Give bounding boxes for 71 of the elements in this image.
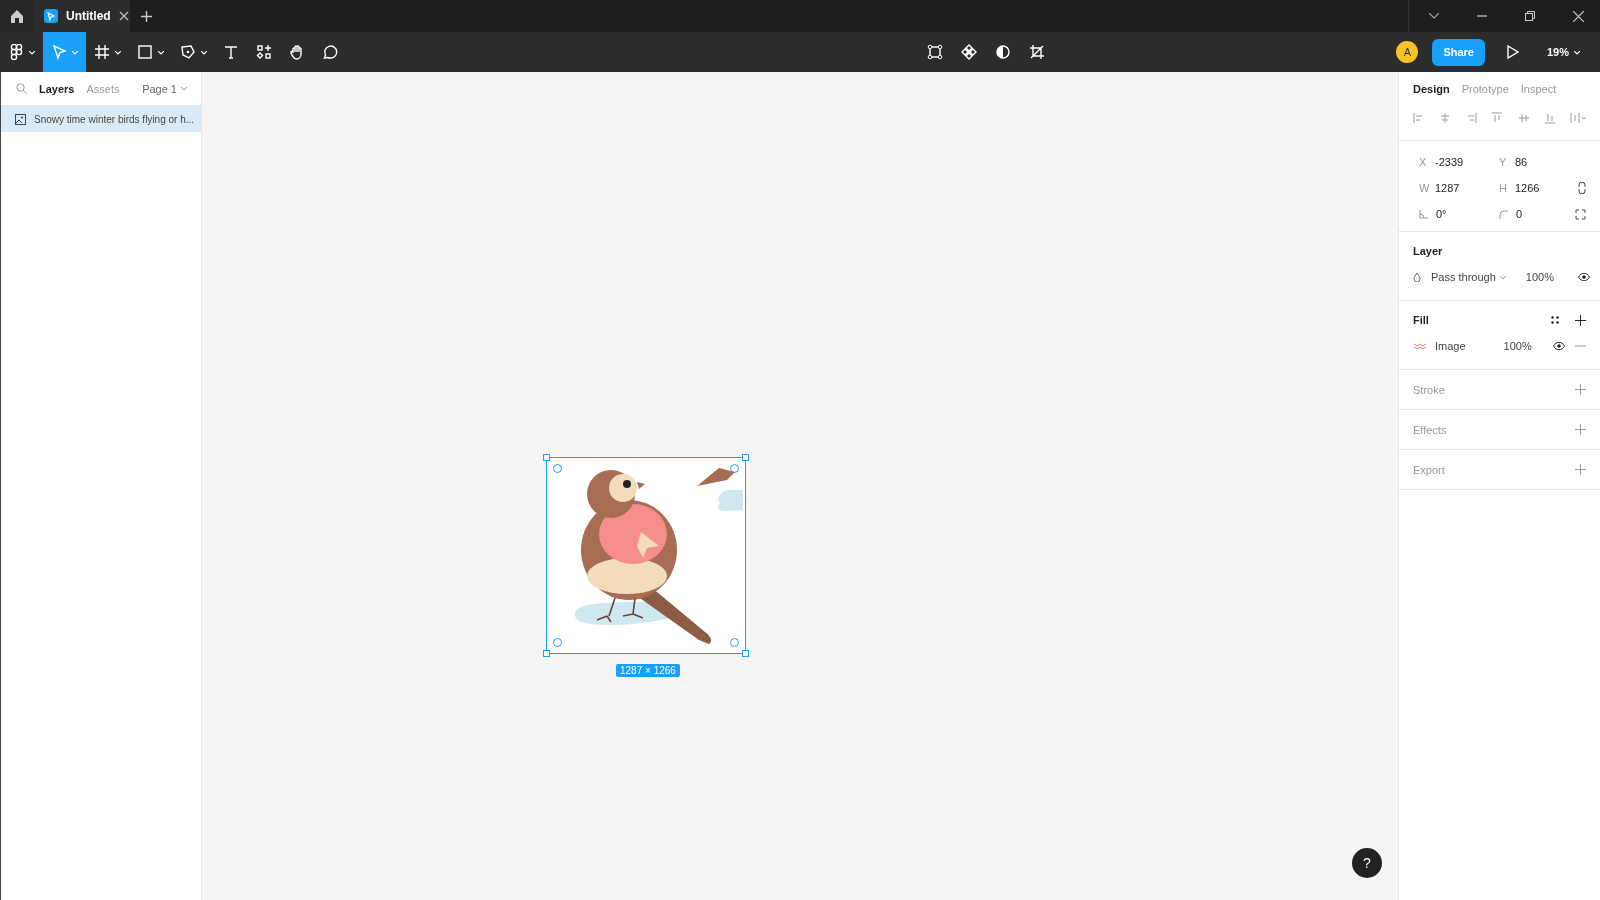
- cursor-icon: [51, 44, 67, 60]
- caret-icon: [72, 50, 78, 55]
- home-icon[interactable]: [10, 9, 24, 23]
- plus-icon[interactable]: [1575, 314, 1586, 326]
- panel-tab[interactable]: Design: [1413, 83, 1450, 95]
- half-circle-icon: [995, 44, 1012, 60]
- dimension-label: 1287 × 1266: [616, 664, 680, 677]
- field-label: H: [1499, 182, 1507, 194]
- square-icon: [137, 44, 153, 60]
- crop-icon: [1029, 44, 1046, 60]
- tab-label: Untitled: [66, 9, 111, 23]
- field-label: X: [1419, 156, 1427, 168]
- number-field[interactable]: X -2339: [1413, 151, 1493, 173]
- zoom-dropdown[interactable]: 19%: [1540, 45, 1586, 59]
- close-icon[interactable]: [118, 11, 129, 21]
- number-field[interactable]: 0: [1493, 203, 1563, 225]
- user-avatar[interactable]: A: [1396, 41, 1419, 63]
- chevron-down-icon[interactable]: [1429, 13, 1439, 19]
- caret-icon: [29, 50, 35, 55]
- component-icon: [961, 44, 978, 60]
- section-title: Fill: [1413, 313, 1429, 327]
- number-field[interactable]: W 1287: [1413, 177, 1493, 199]
- section-title: Stroke: [1413, 382, 1445, 397]
- fill-type[interactable]: Image: [1435, 340, 1466, 352]
- pen-icon: [180, 44, 196, 60]
- caret-icon: [115, 50, 121, 55]
- caret-icon: [1574, 50, 1580, 55]
- opacity-value[interactable]: 100%: [1525, 271, 1554, 283]
- help-button[interactable]: ?: [1352, 848, 1382, 878]
- number-field[interactable]: Y 86: [1493, 151, 1563, 173]
- text-icon: [223, 44, 239, 60]
- number-field[interactable]: 0°: [1413, 203, 1493, 225]
- restore-icon[interactable]: [1525, 11, 1535, 21]
- eye-icon[interactable]: [1553, 342, 1565, 350]
- image-icon: [15, 113, 26, 125]
- image-fill-icon: [1413, 341, 1427, 351]
- caret-icon: [158, 50, 164, 55]
- search-icon[interactable]: [16, 83, 27, 94]
- panel-tab[interactable]: Layers: [39, 82, 75, 95]
- play-icon[interactable]: [1506, 45, 1519, 59]
- file-icon: [44, 9, 58, 23]
- independent-corners-icon[interactable]: [1575, 208, 1586, 220]
- caret-icon: [181, 87, 187, 91]
- resize-handle[interactable]: [742, 454, 749, 461]
- field-label: Y: [1499, 156, 1507, 168]
- number-field[interactable]: H 1266: [1493, 177, 1563, 199]
- frame-selection-icon: [927, 44, 944, 60]
- constrain-proportions-icon[interactable]: [1578, 182, 1586, 194]
- hash-frame-icon: [94, 44, 110, 60]
- close-icon[interactable]: [1573, 10, 1584, 22]
- caret-icon: [201, 50, 207, 55]
- speech-bubble-icon: [322, 44, 338, 60]
- opacity-value[interactable]: 100%: [1503, 340, 1532, 352]
- resize-handle[interactable]: [543, 454, 550, 461]
- section-title: Layer: [1413, 244, 1444, 258]
- angle-icon: [1419, 209, 1428, 219]
- eye-icon[interactable]: [1577, 273, 1590, 281]
- file-tab[interactable]: Untitled: [34, 0, 130, 32]
- resize-handle[interactable]: [742, 650, 749, 657]
- blend-mode-dropdown[interactable]: Pass through: [1431, 271, 1506, 283]
- drop-icon: [1413, 272, 1421, 282]
- corner-radius-icon: [1499, 209, 1508, 219]
- section-title: Effects: [1413, 422, 1447, 437]
- section-title: Export: [1413, 462, 1445, 477]
- shapes-grid-icon: [256, 44, 272, 60]
- resize-handle[interactable]: [543, 650, 550, 657]
- caret-icon: [1499, 275, 1506, 280]
- styles-grid-icon[interactable]: [1551, 316, 1559, 324]
- figma-logo-icon: [8, 44, 24, 60]
- layer-row[interactable]: Snowy time winter birds flying or h...: [1, 106, 201, 132]
- page-dropdown[interactable]: Page 1: [142, 82, 187, 95]
